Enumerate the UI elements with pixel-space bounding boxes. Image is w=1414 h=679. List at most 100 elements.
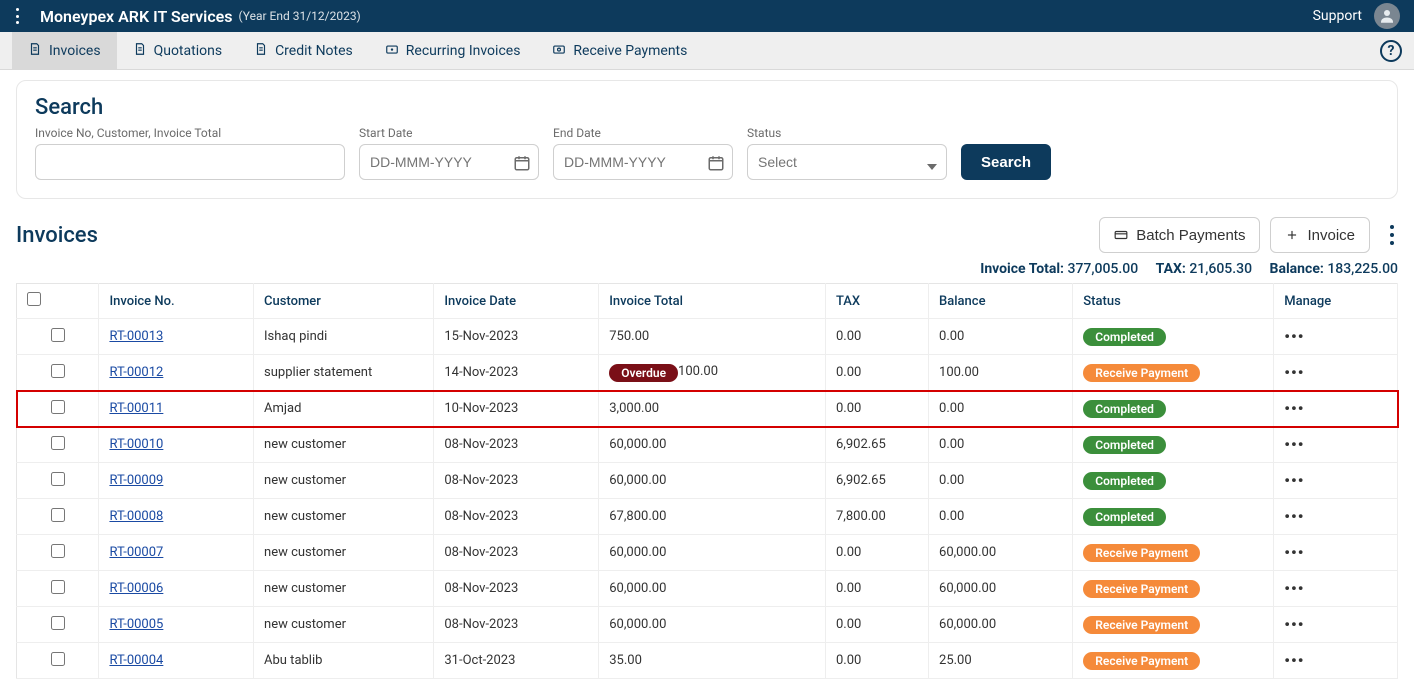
- invoice-link[interactable]: RT-00013: [109, 329, 163, 344]
- help-button[interactable]: ?: [1380, 40, 1402, 62]
- table-row: RT-00012supplier statement14-Nov-2023Ove…: [17, 355, 1398, 391]
- table-row: RT-00007 new customer08-Nov-2023 60,000.00…: [17, 535, 1398, 571]
- table-row: RT-00010new customer08-Nov-202360,000.00…: [17, 427, 1398, 463]
- search-generic-label: Invoice No, Customer, Invoice Total: [35, 126, 345, 140]
- start-date-label: Start Date: [359, 126, 539, 140]
- app-menu-toggle[interactable]: [12, 8, 22, 24]
- date-cell: 10-Nov-2023: [434, 391, 599, 427]
- date-cell: 08-Nov-2023: [434, 571, 599, 607]
- tab-recurring-invoices[interactable]: Recurring Invoices: [369, 32, 537, 70]
- tab-invoices[interactable]: Invoices: [12, 32, 117, 70]
- end-date-input[interactable]: [553, 144, 733, 180]
- customer-cell: new customer: [254, 535, 434, 571]
- row-actions-menu[interactable]: •••: [1284, 543, 1304, 562]
- support-link[interactable]: Support: [1313, 8, 1362, 24]
- row-select-checkbox[interactable]: [51, 436, 65, 450]
- col-invoice-date: Invoice Date: [434, 284, 599, 319]
- invoice-total-label: Invoice Total:: [980, 261, 1064, 277]
- row-select-checkbox[interactable]: [51, 508, 65, 522]
- date-cell: 08-Nov-2023: [434, 463, 599, 499]
- tab-credit-notes[interactable]: Credit Notes: [238, 32, 369, 70]
- tax-label: TAX:: [1156, 261, 1186, 277]
- invoice-link[interactable]: RT-00006: [109, 581, 163, 596]
- row-select-checkbox[interactable]: [51, 400, 65, 414]
- receive-payment-button[interactable]: Receive Payment: [1083, 544, 1200, 562]
- row-select-checkbox[interactable]: [51, 616, 65, 630]
- tax-cell: 0.00: [825, 319, 928, 355]
- invoice-link[interactable]: RT-00012: [109, 365, 163, 380]
- invoice-link[interactable]: RT-00007: [109, 545, 163, 560]
- tax-cell: 6,902.65: [825, 427, 928, 463]
- col-customer: Customer: [254, 284, 434, 319]
- invoice-link[interactable]: RT-00004: [109, 653, 163, 668]
- tab-receive-payments[interactable]: Receive Payments: [536, 32, 703, 70]
- row-actions-menu[interactable]: •••: [1284, 471, 1304, 490]
- row-actions-menu[interactable]: •••: [1284, 399, 1304, 418]
- totals-summary: Invoice Total: 377,005.00 TAX: 21,605.30…: [16, 261, 1398, 277]
- table-row: RT-00013Ishaq pindi15-Nov-2023750.000.00…: [17, 319, 1398, 355]
- balance-cell: 60,000.00: [929, 571, 1073, 607]
- section-title: Invoices: [16, 223, 98, 248]
- table-row: RT-00011Amjad10-Nov-20233,000.000.000.00…: [17, 391, 1398, 427]
- status-select[interactable]: [747, 144, 947, 180]
- row-actions-menu[interactable]: •••: [1284, 327, 1304, 346]
- balance-cell: 25.00: [929, 643, 1073, 679]
- balance-cell: 0.00: [929, 319, 1073, 355]
- search-title: Search: [35, 95, 1379, 120]
- invoice-link[interactable]: RT-00009: [109, 473, 163, 488]
- row-actions-menu[interactable]: •••: [1284, 651, 1304, 670]
- app-subtitle: (Year End 31/12/2023): [239, 9, 361, 23]
- row-actions-menu[interactable]: •••: [1284, 435, 1304, 454]
- calendar-icon: [707, 154, 725, 172]
- balance-cell: 60,000.00: [929, 535, 1073, 571]
- total-cell: 750.00: [599, 319, 826, 355]
- tax-value: 21,605.30: [1189, 261, 1252, 277]
- total-cell: 60,000.00: [599, 463, 826, 499]
- customer-cell: Abu tablib: [254, 643, 434, 679]
- payment-icon: [552, 42, 566, 60]
- balance-label: Balance:: [1270, 261, 1324, 277]
- row-select-checkbox[interactable]: [51, 472, 65, 486]
- receive-payment-button[interactable]: Receive Payment: [1083, 652, 1200, 670]
- tab-label: Credit Notes: [275, 43, 353, 59]
- search-button[interactable]: Search: [961, 144, 1051, 180]
- row-select-checkbox[interactable]: [51, 328, 65, 342]
- receive-payment-button[interactable]: Receive Payment: [1083, 580, 1200, 598]
- batch-payments-label: Batch Payments: [1136, 227, 1245, 244]
- start-date-input[interactable]: [359, 144, 539, 180]
- balance-cell: 0.00: [929, 463, 1073, 499]
- invoice-link[interactable]: RT-00008: [109, 509, 163, 524]
- overdue-badge: Overdue: [609, 364, 678, 382]
- col-balance: Balance: [929, 284, 1073, 319]
- balance-cell: 0.00: [929, 499, 1073, 535]
- balance-cell: 100.00: [929, 355, 1073, 391]
- customer-cell: new customer: [254, 571, 434, 607]
- customer-cell: new customer: [254, 463, 434, 499]
- receive-payment-button[interactable]: Receive Payment: [1083, 364, 1200, 382]
- row-actions-menu[interactable]: •••: [1284, 363, 1304, 382]
- total-cell: 3,000.00: [599, 391, 826, 427]
- tab-label: Recurring Invoices: [406, 43, 521, 59]
- tax-cell: 0.00: [825, 355, 928, 391]
- batch-payments-button[interactable]: Batch Payments: [1099, 217, 1260, 253]
- row-select-checkbox[interactable]: [51, 544, 65, 558]
- section-more-menu[interactable]: [1386, 225, 1398, 245]
- plus-icon: [1285, 228, 1299, 242]
- new-invoice-button[interactable]: Invoice: [1270, 217, 1370, 253]
- row-actions-menu[interactable]: •••: [1284, 579, 1304, 598]
- date-cell: 08-Nov-2023: [434, 535, 599, 571]
- row-actions-menu[interactable]: •••: [1284, 507, 1304, 526]
- invoice-link[interactable]: RT-00010: [109, 437, 163, 452]
- row-select-checkbox[interactable]: [51, 652, 65, 666]
- date-cell: 08-Nov-2023: [434, 499, 599, 535]
- status-badge: Completed: [1083, 400, 1166, 418]
- select-all-checkbox[interactable]: [27, 292, 41, 306]
- search-generic-input[interactable]: [35, 144, 345, 180]
- status-badge: Completed: [1083, 328, 1166, 346]
- tab-quotations[interactable]: Quotations: [117, 32, 238, 70]
- avatar[interactable]: [1374, 3, 1400, 29]
- row-select-checkbox[interactable]: [51, 580, 65, 594]
- row-select-checkbox[interactable]: [51, 364, 65, 378]
- table-row: RT-00006 new customer08-Nov-2023 60,000.00…: [17, 571, 1398, 607]
- invoice-link[interactable]: RT-00011: [109, 401, 163, 416]
